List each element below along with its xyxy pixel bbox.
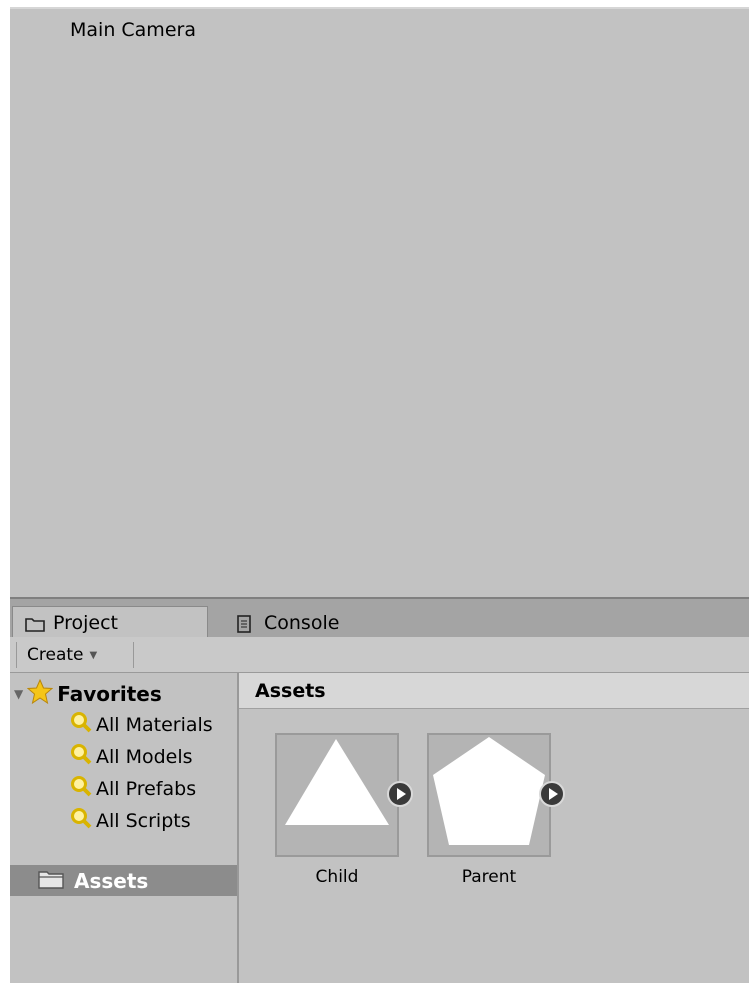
search-icon [70,711,92,738]
asset-label-child: Child [315,867,359,887]
tab-project-label: Project [53,612,119,634]
tab-bar: Project Console [10,597,749,639]
asset-label-parent: Parent [461,867,517,887]
asset-thumbnail-child[interactable] [275,733,399,857]
project-tree: ▼ Favorites All Materials All Models All… [10,673,239,983]
search-icon [70,807,92,834]
tab-project[interactable]: Project [12,606,208,639]
top-margin [0,0,749,7]
dropdown-arrow-icon: ▼ [89,649,98,661]
assets-panel: Assets Child Parent [239,673,749,983]
expand-triangle-icon[interactable]: ▼ [14,687,23,701]
assets-header: Assets [239,673,749,709]
asset-thumbnail-parent[interactable] [427,733,551,857]
hierarchy-panel: Main Camera [10,9,749,597]
favorite-search-label: All Prefabs [96,777,197,800]
tab-console-label: Console [264,611,340,634]
tree-item-assets-label: Assets [74,868,149,893]
prefab-expand-icon[interactable] [539,781,565,807]
favorite-search-label: All Models [96,745,193,768]
hierarchy-item-main-camera[interactable]: Main Camera [70,19,196,41]
create-button-label: Create [27,645,84,665]
search-icon [70,775,92,802]
favorite-search-all-models[interactable]: All Models [70,743,193,770]
favorite-search-label: All Scripts [96,809,191,832]
favorite-search-all-materials[interactable]: All Materials [70,711,213,738]
prefab-expand-icon[interactable] [387,781,413,807]
star-icon [26,678,54,709]
favorite-search-label: All Materials [96,713,213,736]
tree-item-assets[interactable]: Assets [10,865,237,896]
search-icon [70,743,92,770]
triangle-shape-icon [285,739,389,825]
pentagon-shape-icon [433,737,545,845]
left-margin [0,0,10,983]
favorites-row[interactable]: ▼ Favorites [14,678,162,709]
project-toolbar: Create ▼ [10,637,749,673]
create-button[interactable]: Create ▼ [16,642,134,668]
favorites-label: Favorites [57,682,162,706]
favorite-search-all-prefabs[interactable]: All Prefabs [70,775,196,802]
folder-icon [38,869,64,893]
folder-icon [25,615,45,632]
console-icon [236,614,256,633]
favorite-search-all-scripts[interactable]: All Scripts [70,807,191,834]
tab-console[interactable]: Console [224,606,424,639]
